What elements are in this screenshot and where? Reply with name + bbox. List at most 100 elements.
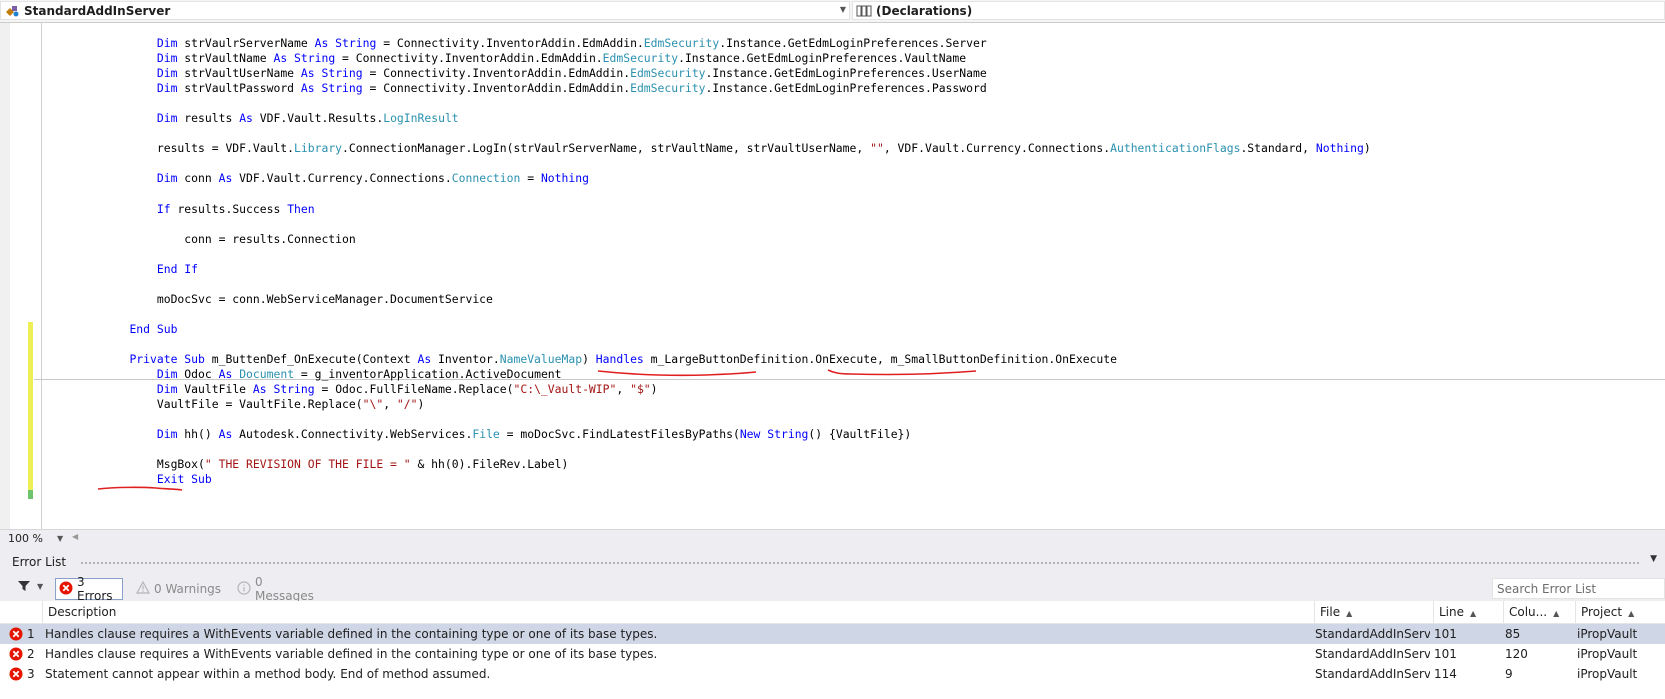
code-text: , VDF.Vault.Currency.Connections. — [883, 141, 1111, 156]
filter-icon[interactable] — [18, 580, 30, 595]
column-header-label: Description — [48, 605, 117, 619]
messages-filter-button[interactable]: 0 Messages — [234, 575, 324, 603]
code-text: .Standard, — [1240, 141, 1316, 156]
sort-arrow-icon: ▲ — [1553, 609, 1560, 618]
code-line[interactable]: VaultFile = VaultFile.Replace("\", "/") — [102, 396, 424, 412]
annotation-underline-large-button — [597, 370, 757, 377]
code-text: = g_inventorApplication.ActiveDocument — [294, 367, 562, 382]
code-string: "/" — [396, 397, 418, 412]
code-text: = Connectivity.InventorAddin.EdmAddin. — [335, 51, 603, 66]
code-keyword: As — [218, 427, 233, 442]
code-text: Autodesk.Connectivity.WebServices. — [232, 427, 473, 442]
code-text: VDF.Vault.Currency.Connections. — [232, 171, 452, 186]
code-line[interactable]: Dim VaultFile As String = Odoc.FullFileN… — [102, 381, 658, 397]
info-icon — [237, 580, 251, 598]
column-header-project[interactable]: Project ▲ — [1575, 601, 1665, 623]
code-text: conn — [177, 171, 219, 186]
code-text: = Connectivity.InventorAddin.EdmAddin. — [376, 36, 644, 50]
zoom-dropdown[interactable]: 100 % ▼ — [8, 531, 68, 546]
panel-grip[interactable] — [80, 561, 1640, 565]
column-header-line[interactable]: Line ▲ — [1433, 601, 1503, 623]
code-text: results — [177, 111, 240, 126]
code-text: .Instance.GetEdmLoginPreferences.Server — [719, 36, 987, 50]
warnings-filter-button[interactable]: 0 Warnings — [133, 578, 223, 600]
code-keyword: Then — [287, 201, 315, 216]
code-text: ) — [1363, 141, 1371, 156]
code-keyword: Private Sub — [129, 352, 205, 367]
class-dropdown[interactable]: StandardAddInServer ▼ — [0, 1, 850, 20]
column-header-column[interactable]: Colu... ▲ — [1503, 601, 1575, 623]
code-string: "C:\_Vault-WIP" — [513, 382, 617, 397]
code-line[interactable]: Dim hh() As Autodesk.Connectivity.WebSer… — [102, 426, 911, 442]
chevron-down-icon[interactable]: ▼ — [37, 582, 43, 591]
code-line[interactable]: End If — [102, 261, 198, 277]
code-line[interactable]: Dim conn As VDF.Vault.Currency.Connectio… — [102, 170, 589, 186]
scroll-left-icon[interactable]: ◀ — [72, 532, 78, 541]
panel-menu-icon[interactable]: ▼ — [1650, 554, 1657, 564]
table-row[interactable]: 3 Statement cannot appear within a metho… — [0, 664, 1665, 684]
table-row[interactable]: 2 Handles clause requires a WithEvents v… — [0, 644, 1665, 664]
code-line[interactable]: Private Sub m_ButtenDef_OnExecute(Contex… — [102, 351, 1117, 367]
code-type: EdmSecurity — [643, 36, 720, 50]
row-number: 1 — [27, 627, 35, 641]
member-dropdown-label: (Declarations) — [876, 3, 973, 18]
code-keyword: As String — [314, 36, 377, 50]
code-keyword: Dim — [156, 51, 178, 66]
member-dropdown[interactable]: (Declarations) — [852, 1, 1665, 20]
code-keyword: If — [156, 201, 171, 216]
code-text: hh() — [177, 427, 219, 442]
code-text: .ConnectionManager.LogIn(strVaulrServerN… — [342, 141, 871, 156]
code-text: = moDocSvc.FindLatestFilesByPaths( — [499, 427, 740, 442]
error-table-header: Description File ▲ Line ▲ Colu... ▲ Project… — [0, 601, 1665, 624]
column-header-file[interactable]: File ▲ — [1314, 601, 1433, 623]
code-type: AuthenticationFlags — [1110, 141, 1241, 156]
error-table: Description File ▲ Line ▲ Colu... ▲ Project… — [0, 601, 1665, 699]
sort-arrow-icon: ▲ — [1628, 609, 1635, 618]
class-dropdown-label: StandardAddInServer — [24, 3, 171, 18]
code-text: .Instance.GetEdmLoginPreferences.Passwor… — [705, 81, 987, 96]
column-header-label: Colu... — [1509, 605, 1548, 619]
column-header-label: Line — [1439, 605, 1465, 619]
code-line[interactable]: Dim strVaultName As String = Connectivit… — [102, 50, 966, 66]
code-keyword: As — [417, 352, 432, 367]
code-line[interactable]: results = VDF.Vault.Library.ConnectionMa… — [102, 140, 1371, 156]
code-line[interactable]: Dim strVaultPassword As String = Connect… — [102, 80, 987, 96]
code-line[interactable]: Dim strVaultUserName As String = Connect… — [102, 65, 987, 81]
messages-filter-label: 0 Messages — [255, 575, 314, 603]
chevron-down-icon[interactable]: ▼ — [840, 5, 846, 14]
code-text: .Instance.GetEdmLoginPreferences.UserNam… — [705, 66, 987, 81]
change-indicator-strip — [28, 23, 34, 529]
chevron-down-icon[interactable]: ▼ — [57, 534, 63, 543]
code-line[interactable]: Dim results As VDF.Vault.Results.LogInRe… — [102, 110, 459, 126]
code-line[interactable]: Dim strVaulrServerName As String = Conne… — [102, 35, 987, 51]
column-header-description[interactable]: Description — [42, 601, 1314, 623]
annotation-underline-exit-sub — [97, 486, 183, 491]
declarations-icon — [856, 4, 872, 18]
code-text: VaultFile = VaultFile.Replace( — [102, 397, 363, 412]
code-line[interactable]: End Sub — [102, 321, 177, 337]
code-text: VaultFile — [177, 382, 253, 397]
code-keyword: Dim — [156, 36, 178, 50]
glyph-margin — [0, 23, 10, 529]
sort-arrow-icon: ▲ — [1470, 609, 1477, 618]
code-editor[interactable]: Dim strVaulrServerName As String = Conne… — [0, 23, 1665, 529]
unsaved-changes-marker — [28, 322, 33, 490]
error-list-toolbar: ▼ 3 Errors 0 Warnings 0 Messages Search … — [0, 575, 1665, 603]
code-keyword: Dim — [156, 171, 178, 186]
code-line[interactable]: Dim Odoc As Document = g_inventorApplica… — [102, 366, 562, 382]
code-text: = Odoc.FullFileName.Replace( — [314, 382, 514, 397]
warning-icon — [135, 580, 151, 597]
code-text: m_LargeButtonDefinition.OnExecute, m_Sma… — [643, 352, 1117, 367]
search-error-list-input[interactable]: Search Error List — [1492, 578, 1665, 599]
table-row[interactable]: 1 Handles clause requires a WithEvents v… — [0, 624, 1665, 644]
code-keyword: Dim — [156, 382, 178, 397]
code-line[interactable]: If results.Success Then — [102, 201, 315, 217]
code-line[interactable]: conn = results.Connection — [102, 231, 355, 247]
code-line[interactable]: moDocSvc = conn.WebServiceManager.Docume… — [102, 291, 493, 307]
errors-filter-button[interactable]: 3 Errors — [55, 575, 123, 603]
code-type: EdmSecurity — [630, 66, 706, 81]
code-line[interactable]: MsgBox(" THE REVISION OF THE FILE = " & … — [102, 456, 568, 472]
